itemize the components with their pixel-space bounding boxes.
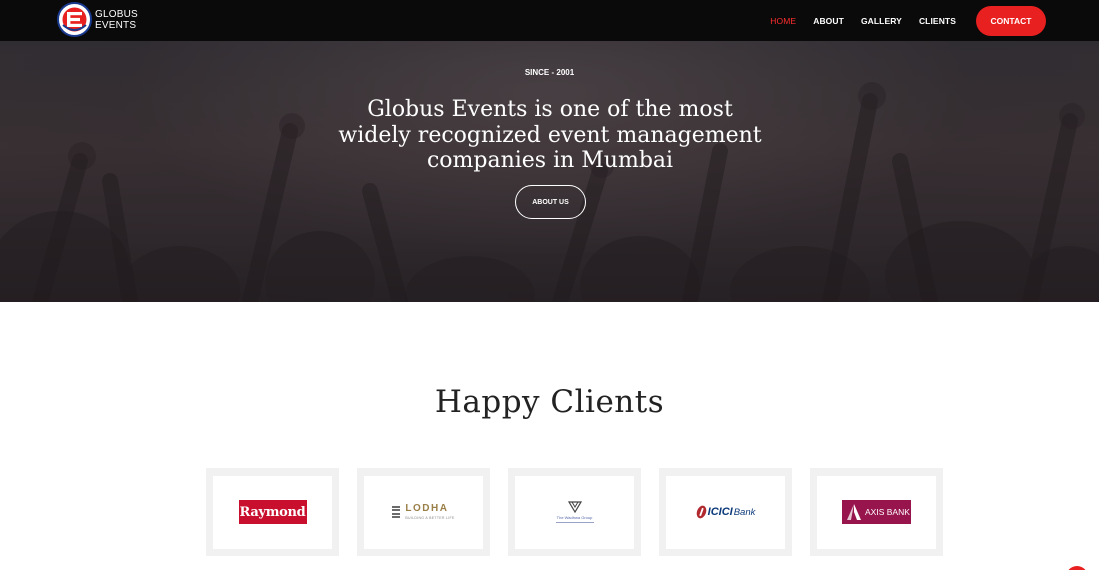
- icici-logo: ICICI Bank: [696, 505, 756, 519]
- client-card-wadhwa: The Wadhwa Group: [508, 468, 641, 556]
- icici-wordmark: ICICI: [707, 506, 733, 518]
- client-logo-frame: Raymond: [213, 475, 332, 549]
- client-card-raymond: Raymond: [206, 468, 339, 556]
- client-card-icici: ICICI Bank: [659, 468, 792, 556]
- main-nav: HOME ABOUT GALLERY CLIENTS CONTACT: [753, 0, 1046, 41]
- nav-gallery-link[interactable]: GALLERY: [861, 16, 902, 26]
- brand-name-line2: EVENTS: [95, 19, 137, 31]
- client-card-lodha: LODHA BUILDING A BETTER LIFE: [357, 468, 490, 556]
- hero-eyebrow: SINCE - 2001: [524, 68, 575, 77]
- globus-logo-icon: [57, 2, 92, 37]
- wadhwa-divider: [555, 522, 594, 523]
- about-us-button[interactable]: ABOUT US: [515, 185, 586, 219]
- icici-bank-text: Bank: [733, 506, 756, 518]
- client-logo-frame: AXIS BANK: [817, 475, 936, 549]
- axis-emblem-icon: [847, 504, 861, 520]
- hero-headline: Globus Events is one of the most widely …: [338, 97, 762, 173]
- client-card-axis: AXIS BANK: [810, 468, 943, 556]
- floating-chat-button[interactable]: [1066, 566, 1088, 570]
- wadhwa-name: The Wadhwa Group: [556, 515, 593, 520]
- clients-section-title: Happy Clients: [434, 384, 665, 420]
- lodha-bars-icon: [392, 505, 401, 519]
- axis-bank-logo: AXIS BANK: [842, 500, 911, 524]
- lodha-tagline: BUILDING A BETTER LIFE: [405, 516, 455, 520]
- lodha-logo: LODHA BUILDING A BETTER LIFE: [392, 504, 454, 520]
- axis-bank-wordmark: AXIS BANK: [865, 507, 910, 517]
- brand-name: GLOBUS EVENTS: [95, 9, 138, 31]
- icici-emblem-icon: [696, 505, 706, 519]
- wadhwa-logo: The Wadhwa Group: [555, 501, 594, 523]
- hero-banner: SINCE - 2001 Globus Events is one of the…: [0, 41, 1099, 302]
- brand-name-line1: GLOBUS: [95, 8, 138, 20]
- wadhwa-emblem-icon: [567, 501, 582, 513]
- brand-logo[interactable]: GLOBUS EVENTS: [57, 2, 138, 37]
- client-logo-frame: The Wadhwa Group: [515, 475, 634, 549]
- nav-about-link[interactable]: ABOUT: [813, 16, 844, 26]
- raymond-logo: Raymond: [238, 500, 307, 524]
- client-logo-frame: LODHA BUILDING A BETTER LIFE: [364, 475, 483, 549]
- contact-button[interactable]: CONTACT: [976, 5, 1046, 36]
- nav-home-link[interactable]: HOME: [770, 16, 796, 26]
- lodha-wordmark: LODHA: [405, 503, 449, 514]
- top-navbar: GLOBUS EVENTS HOME ABOUT GALLERY CLIENTS…: [0, 0, 1099, 41]
- nav-clients-link[interactable]: CLIENTS: [919, 16, 956, 26]
- client-logo-frame: ICICI Bank: [666, 475, 785, 549]
